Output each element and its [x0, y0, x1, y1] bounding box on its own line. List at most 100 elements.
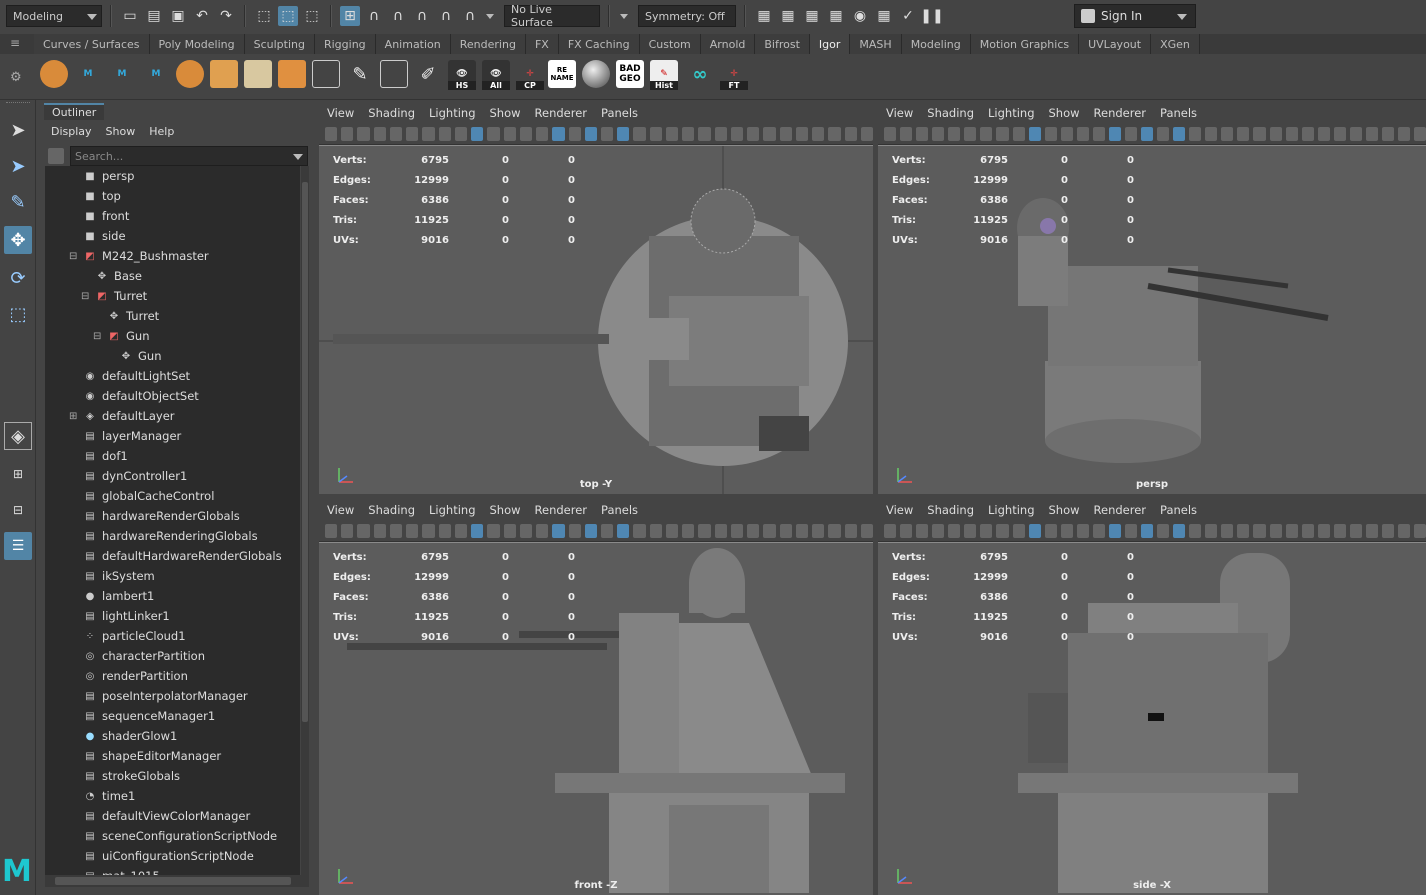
squares-icon[interactable] [278, 60, 306, 88]
outliner-item[interactable]: ⊞ ◈ defaultLayer [69, 406, 175, 426]
viewport-tool-icon[interactable] [487, 523, 500, 538]
shelf-tab-arnold[interactable]: Arnold [700, 34, 756, 54]
viewport-tool-icon[interactable] [900, 126, 913, 141]
outliner-item[interactable]: ◉ defaultLightSet [83, 366, 190, 386]
viewport-tool-icon[interactable] [730, 126, 744, 141]
outliner-item[interactable]: ◉ defaultObjectSet [83, 386, 199, 406]
viewport-tool-icon[interactable] [341, 523, 354, 538]
maya-logo-icon[interactable]: M [74, 60, 102, 88]
viewport-tool-icon[interactable] [600, 523, 614, 538]
menu-set-dropdown[interactable]: Modeling [6, 5, 102, 27]
paint-select-icon[interactable]: ✎ [4, 188, 32, 216]
viewport-tool-icon[interactable] [1092, 126, 1105, 141]
viewport-tool-icon[interactable] [1237, 523, 1250, 538]
viewport-tool-icon[interactable] [1173, 126, 1186, 141]
viewport-tool-icon[interactable] [1205, 126, 1218, 141]
viewport-tool-icon[interactable] [763, 523, 776, 538]
viewport-menu-show[interactable]: Show [1049, 106, 1080, 120]
viewport-menu-panels[interactable]: Panels [1160, 106, 1197, 120]
viewport-tool-icon[interactable] [682, 523, 695, 538]
viewport-menu-show[interactable]: Show [1049, 503, 1080, 517]
viewport-tool-icon[interactable] [812, 126, 825, 141]
outliner-item[interactable]: ▤ strokeGlobals [83, 766, 180, 786]
viewport-menu-view[interactable]: View [886, 106, 913, 120]
viewport-tool-icon[interactable] [980, 126, 993, 141]
outliner-horizontal-scrollbar[interactable] [45, 875, 309, 887]
viewport-tool-icon[interactable] [1269, 126, 1282, 141]
outliner-item[interactable]: ▤ dof1 [83, 446, 127, 466]
viewport-tool-icon[interactable] [1221, 126, 1234, 141]
shelf-menu-icon[interactable]: ≡ [10, 37, 24, 50]
viewport-canvas[interactable]: Verts: 6795 0 0 Edges: 12999 0 0 Faces: 6386 0 0 Tri… [878, 146, 1426, 494]
viewport-tool-icon[interactable] [948, 523, 961, 538]
expand-toggle-icon[interactable]: ⊟ [93, 331, 101, 342]
viewport-tool-icon[interactable] [828, 523, 841, 538]
viewport-tool-icon[interactable] [422, 523, 435, 538]
viewport-tool-icon[interactable] [422, 126, 435, 141]
outliner-item[interactable]: ⊟ ◩ M242_Bushmaster [69, 246, 209, 266]
viewport-canvas[interactable]: Verts: 6795 0 0 Edges: 12999 0 0 Faces: 6386 0 0 Tri… [878, 543, 1426, 895]
shelf-tool-icon[interactable] [176, 60, 204, 88]
viewport-tool-icon[interactable] [860, 523, 873, 538]
viewport-tool-icon[interactable] [665, 523, 679, 538]
viewport-tool-icon[interactable] [900, 523, 913, 538]
viewport-tool-icon[interactable] [1108, 523, 1121, 538]
viewport-canvas[interactable]: Verts: 6795 0 0 Edges: 12999 0 0 Faces: 6386 0 0 Tri… [319, 146, 873, 494]
viewport-tool-icon[interactable] [1189, 523, 1202, 538]
two-pane-layout-icon[interactable]: ⊟ [4, 496, 32, 524]
viewport-menu-shading[interactable]: Shading [927, 106, 974, 120]
undo-icon[interactable]: ↶ [192, 6, 212, 26]
viewport-tool-icon[interactable] [471, 126, 484, 141]
shelf-tab-poly-modeling[interactable]: Poly Modeling [149, 34, 245, 54]
viewport-menu-renderer[interactable]: Renderer [1094, 503, 1147, 517]
viewport-tool-icon[interactable] [633, 126, 646, 141]
viewport-tool-icon[interactable] [649, 126, 662, 141]
viewport-tool-icon[interactable] [964, 126, 977, 141]
outliner-item[interactable]: ▤ defaultViewColorManager [83, 806, 250, 826]
viewport-tool-icon[interactable] [1189, 126, 1202, 141]
ipr-render-icon[interactable]: ▦ [802, 6, 822, 26]
viewport-tool-icon[interactable] [617, 126, 630, 141]
outliner-item[interactable]: ▤ poseInterpolatorManager [83, 686, 247, 706]
outliner-item[interactable]: ✥ Base [95, 266, 142, 286]
rotate-tool-icon[interactable]: ⟳ [4, 264, 32, 292]
single-pane-layout-icon[interactable]: ◈ [4, 422, 32, 450]
render-settings-icon[interactable]: ▦ [826, 6, 846, 26]
viewport-tool-icon[interactable] [763, 126, 776, 141]
viewport-tool-icon[interactable] [487, 126, 500, 141]
viewport-tool-icon[interactable] [1285, 523, 1298, 538]
viewport-tool-icon[interactable] [1333, 523, 1346, 538]
viewport-tool-icon[interactable] [1349, 523, 1362, 538]
snap-point-icon[interactable]: ∩ [388, 6, 408, 26]
viewport-tool-icon[interactable] [714, 523, 727, 538]
viewport-tool-icon[interactable] [665, 126, 679, 141]
viewport-tool-icon[interactable] [584, 523, 597, 538]
outliner-item[interactable]: ▤ sequenceManager1 [83, 706, 215, 726]
scrollbar-thumb[interactable] [302, 182, 308, 722]
four-pane-layout-icon[interactable]: ⊞ [4, 460, 32, 488]
viewport-tool-icon[interactable] [1237, 126, 1250, 141]
viewport-menu-shading[interactable]: Shading [927, 503, 974, 517]
select-component-icon[interactable]: ⬚ [302, 6, 322, 26]
viewport-menu-view[interactable]: View [886, 503, 913, 517]
viewport-tool-icon[interactable] [552, 126, 565, 141]
viewport-tool-icon[interactable] [1157, 523, 1170, 538]
viewport-tool-icon[interactable] [341, 126, 354, 141]
outliner-item[interactable]: ▤ dynController1 [83, 466, 187, 486]
outliner-item[interactable]: ▤ hardwareRenderGlobals [83, 506, 240, 526]
viewport-tool-icon[interactable] [519, 523, 533, 538]
viewport-tool-icon[interactable] [1044, 523, 1057, 538]
viewport-tool-icon[interactable] [389, 126, 403, 141]
hide-selected-icon[interactable]: 👁 HS [448, 60, 476, 90]
show-all-icon[interactable]: 👁 All [482, 60, 510, 90]
outliner-item[interactable]: ■ top [83, 186, 121, 206]
viewport-tool-icon[interactable] [1173, 523, 1186, 538]
viewport-tool-icon[interactable] [568, 126, 581, 141]
make-live-icon[interactable]: ∩ [460, 6, 480, 26]
viewport-tool-icon[interactable] [1414, 523, 1426, 538]
viewport-tool-icon[interactable] [552, 523, 565, 538]
shelf-tab-fx-caching[interactable]: FX Caching [558, 34, 640, 54]
snap-view-plane-icon[interactable]: ∩ [436, 6, 456, 26]
pencil-icon[interactable]: ✎ [346, 60, 374, 88]
viewport-tool-icon[interactable] [1141, 523, 1154, 538]
